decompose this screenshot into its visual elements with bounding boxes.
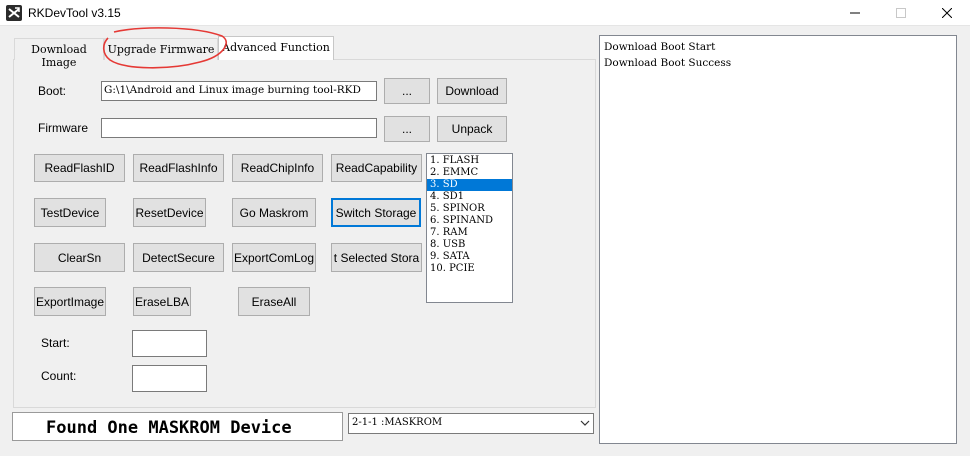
storage-item-spinor[interactable]: 5. SPINOR bbox=[427, 203, 512, 215]
boot-label: Boot: bbox=[38, 84, 67, 98]
boot-browse-button[interactable]: ... bbox=[384, 78, 430, 104]
read-flash-id-button[interactable]: ReadFlashID bbox=[34, 154, 125, 182]
go-maskrom-button[interactable]: Go Maskrom bbox=[232, 198, 316, 227]
storage-item-pcie[interactable]: 10. PCIE bbox=[427, 263, 512, 275]
download-button[interactable]: Download bbox=[437, 78, 507, 104]
switch-storage-button[interactable]: Switch Storage bbox=[331, 198, 421, 227]
storage-list[interactable]: 1. FLASH 2. EMMC 3. SD 4. SD1 5. SPINOR … bbox=[426, 153, 513, 303]
test-device-button[interactable]: TestDevice bbox=[34, 198, 106, 227]
storage-item-sd1[interactable]: 4. SD1 bbox=[427, 191, 512, 203]
reset-device-button[interactable]: ResetDevice bbox=[133, 198, 206, 227]
count-label: Count: bbox=[41, 369, 77, 383]
maximize-icon bbox=[896, 8, 906, 18]
firmware-browse-button[interactable]: ... bbox=[384, 116, 430, 142]
export-com-log-button[interactable]: ExportComLog bbox=[232, 243, 316, 272]
firmware-path-field[interactable] bbox=[101, 118, 377, 138]
log-line: Download Boot Success bbox=[604, 57, 732, 69]
log-area[interactable]: Download Boot Start Download Boot Succes… bbox=[599, 35, 957, 444]
boot-path-field[interactable]: G:\1\Android and Linux image burning too… bbox=[101, 81, 377, 101]
start-label: Start: bbox=[41, 336, 70, 350]
export-image-button[interactable]: ExportImage bbox=[34, 287, 106, 316]
window-title: RKDevTool v3.15 bbox=[28, 6, 121, 20]
title-bar: RKDevTool v3.15 bbox=[0, 0, 970, 26]
minimize-button[interactable] bbox=[832, 0, 878, 26]
close-button[interactable] bbox=[924, 0, 970, 26]
chevron-down-icon[interactable] bbox=[580, 420, 590, 427]
minimize-icon bbox=[850, 12, 860, 14]
erase-all-button[interactable]: EraseAll bbox=[238, 287, 310, 316]
close-icon bbox=[942, 8, 952, 18]
tab-upgrade-firmware[interactable]: Upgrade Firmware bbox=[104, 38, 218, 60]
storage-item-sd[interactable]: 3. SD bbox=[427, 179, 512, 191]
start-input[interactable] bbox=[132, 330, 207, 357]
log-line: Download Boot Start bbox=[604, 41, 716, 53]
storage-item-emmc[interactable]: 2. EMMC bbox=[427, 167, 512, 179]
count-input[interactable] bbox=[132, 365, 207, 392]
detect-secure-button[interactable]: DetectSecure bbox=[133, 243, 224, 272]
unpack-button[interactable]: Unpack bbox=[437, 116, 507, 142]
clear-sn-button[interactable]: ClearSn bbox=[34, 243, 125, 272]
firmware-label: Firmware bbox=[38, 121, 88, 135]
read-chip-info-button[interactable]: ReadChipInfo bbox=[232, 154, 323, 182]
storage-item-usb[interactable]: 8. USB bbox=[427, 239, 512, 251]
app-icon bbox=[6, 5, 22, 21]
storage-item-spinand[interactable]: 6. SPINAND bbox=[427, 215, 512, 227]
tab-download-image[interactable]: Download Image bbox=[14, 38, 104, 69]
storage-item-flash[interactable]: 1. FLASH bbox=[427, 155, 512, 167]
selected-storage-button[interactable]: t Selected Stora bbox=[331, 243, 422, 272]
maximize-button[interactable] bbox=[878, 0, 924, 26]
erase-lba-button[interactable]: EraseLBA bbox=[133, 287, 191, 316]
device-status: Found One MASKROM Device bbox=[12, 412, 343, 441]
read-flash-info-button[interactable]: ReadFlashInfo bbox=[133, 154, 224, 182]
storage-item-ram[interactable]: 7. RAM bbox=[427, 227, 512, 239]
read-capability-button[interactable]: ReadCapability bbox=[331, 154, 422, 182]
tab-advanced-function[interactable]: Advanced Function bbox=[218, 36, 334, 60]
device-select[interactable]: 2-1-1 :MASKROM bbox=[348, 413, 594, 434]
storage-item-sata[interactable]: 9. SATA bbox=[427, 251, 512, 263]
